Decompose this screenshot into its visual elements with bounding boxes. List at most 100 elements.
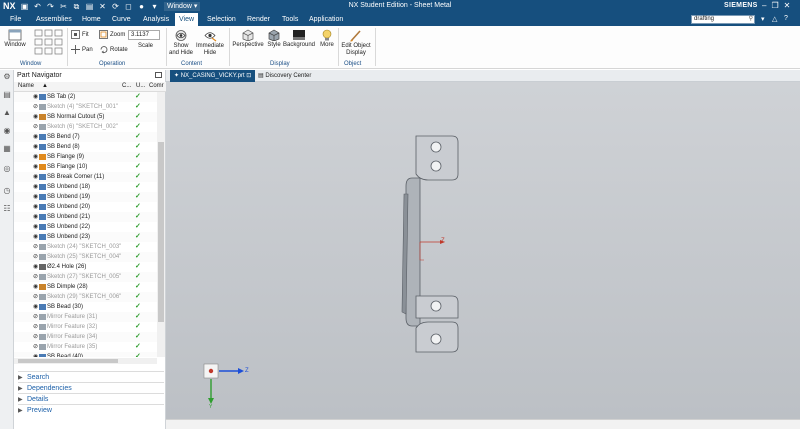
panel-details[interactable]: ▶ Details bbox=[18, 393, 164, 404]
tab-view[interactable]: View bbox=[175, 13, 199, 26]
visible-eye-icon[interactable]: ◉ bbox=[33, 352, 38, 357]
window-menu-button[interactable]: Window ▾ bbox=[164, 2, 201, 11]
close-icon[interactable]: ✕ bbox=[784, 1, 791, 10]
maximize-panel-icon[interactable] bbox=[155, 72, 162, 78]
window-button[interactable]: Window bbox=[3, 29, 27, 49]
search-icon[interactable]: ⚲ bbox=[749, 16, 753, 23]
visible-eye-icon[interactable]: ◉ bbox=[33, 202, 38, 212]
hidden-eye-icon[interactable]: ⊘ bbox=[33, 242, 38, 252]
list-item[interactable]: ◉ SB Unbend (23) ✓ bbox=[14, 232, 157, 242]
help-icon[interactable]: ? bbox=[784, 15, 788, 22]
tab-assemblies[interactable]: Assemblies bbox=[32, 13, 76, 26]
show-and-hide-button[interactable]: Show and Hide bbox=[168, 29, 194, 57]
hidden-eye-icon[interactable]: ⊘ bbox=[33, 312, 38, 322]
tab-application[interactable]: Application bbox=[305, 13, 347, 26]
tab-nx-casing[interactable]: ✦ NX_CASING_VICKY.prt ⊡ bbox=[170, 70, 256, 82]
visible-eye-icon[interactable]: ◉ bbox=[33, 172, 38, 182]
visible-eye-icon[interactable]: ◉ bbox=[33, 232, 38, 242]
column-comment[interactable]: Comr bbox=[149, 83, 164, 89]
visible-eye-icon[interactable]: ◉ bbox=[33, 192, 38, 202]
list-item[interactable]: ⊘ Sketch (25) "SKETCH_004" ✓ bbox=[14, 252, 157, 262]
restore-icon[interactable]: ❐ bbox=[771, 1, 778, 10]
history-icon[interactable]: ◷ bbox=[2, 186, 12, 196]
constraint-navigator-icon[interactable]: ◉ bbox=[2, 126, 12, 136]
visible-eye-icon[interactable]: ◉ bbox=[33, 142, 38, 152]
rotate-button[interactable]: Rotate bbox=[99, 45, 128, 54]
immediate-hide-button[interactable]: Immediate Hide bbox=[195, 29, 225, 57]
list-item[interactable]: ◉ SB Bead (40) ✓ bbox=[14, 352, 157, 357]
list-item[interactable]: ⊘ Sketch (24) "SKETCH_003" ✓ bbox=[14, 242, 157, 252]
perspective-button[interactable]: Perspective bbox=[231, 29, 265, 49]
paste-icon[interactable]: ▤ bbox=[85, 2, 94, 11]
roles-icon[interactable]: ☷ bbox=[2, 204, 12, 214]
column-uptodate[interactable]: U... bbox=[136, 83, 145, 89]
column-current[interactable]: C... bbox=[122, 83, 131, 89]
visible-eye-icon[interactable]: ◉ bbox=[33, 222, 38, 232]
hidden-eye-icon[interactable]: ⊘ bbox=[33, 272, 38, 282]
list-item[interactable]: ⊘ Sketch (6) "SKETCH_002" ✓ bbox=[14, 122, 157, 132]
hidden-eye-icon[interactable]: ⊘ bbox=[33, 122, 38, 132]
resource-settings-icon[interactable]: ⚙ bbox=[2, 72, 12, 82]
undo-icon[interactable]: ↶ bbox=[33, 2, 42, 11]
assembly-navigator-icon[interactable]: ▤ bbox=[2, 90, 12, 100]
redo-icon[interactable]: ↷ bbox=[46, 2, 55, 11]
visible-eye-icon[interactable]: ◉ bbox=[33, 182, 38, 192]
hidden-eye-icon[interactable]: ⊘ bbox=[33, 332, 38, 342]
pan-button[interactable]: Pan bbox=[71, 45, 93, 54]
list-item[interactable]: ◉ SB Unbend (18) ✓ bbox=[14, 182, 157, 192]
edit-object-display-button[interactable]: Edit Object Display bbox=[340, 29, 372, 57]
save-icon[interactable]: ▣ bbox=[20, 2, 29, 11]
hidden-eye-icon[interactable]: ⊘ bbox=[33, 102, 38, 112]
panel-search[interactable]: ▶ Search bbox=[18, 371, 164, 382]
tab-discovery-center[interactable]: ▤ Discovery Center bbox=[254, 70, 315, 82]
list-item[interactable]: ◉ Ø2.4 Hole (26) ✓ bbox=[14, 262, 157, 272]
list-item[interactable]: ◉ SB Unbend (19) ✓ bbox=[14, 192, 157, 202]
list-item[interactable]: ◉ SB Break Corner (11) ✓ bbox=[14, 172, 157, 182]
tab-tools[interactable]: Tools bbox=[278, 13, 302, 26]
record-icon[interactable]: ● bbox=[137, 2, 146, 11]
scrollbar-thumb[interactable] bbox=[158, 142, 164, 322]
list-item[interactable]: ◉ SB Dimple (28) ✓ bbox=[14, 282, 157, 292]
tab-close-icon[interactable]: ⊡ bbox=[246, 73, 251, 79]
list-item[interactable]: ⊘ Mirror Feature (32) ✓ bbox=[14, 322, 157, 332]
ribbon-collapse-icon[interactable]: △ bbox=[772, 15, 777, 23]
tab-curve[interactable]: Curve bbox=[108, 13, 135, 26]
column-name[interactable]: Name bbox=[18, 83, 34, 89]
graphics-window[interactable]: Z Z Y bbox=[166, 82, 800, 419]
list-item[interactable]: ◉ SB Unbend (21) ✓ bbox=[14, 212, 157, 222]
tab-render[interactable]: Render bbox=[243, 13, 274, 26]
visible-eye-icon[interactable]: ◉ bbox=[33, 302, 38, 312]
panel-dependencies[interactable]: ▶ Dependencies bbox=[18, 382, 164, 393]
tab-home[interactable]: Home bbox=[78, 13, 105, 26]
list-item[interactable]: ⊘ Sketch (27) "SKETCH_005" ✓ bbox=[14, 272, 157, 282]
hidden-eye-icon[interactable]: ⊘ bbox=[33, 342, 38, 352]
list-item[interactable]: ◉ SB Unbend (22) ✓ bbox=[14, 222, 157, 232]
list-item[interactable]: ⊘ Sketch (29) "SKETCH_006" ✓ bbox=[14, 292, 157, 302]
list-item[interactable]: ◉ SB Flange (10) ✓ bbox=[14, 162, 157, 172]
visible-eye-icon[interactable]: ◉ bbox=[33, 282, 38, 292]
list-item[interactable]: ⊘ Sketch (4) "SKETCH_001" ✓ bbox=[14, 102, 157, 112]
command-search-input[interactable]: drafting ⚲ bbox=[691, 15, 755, 24]
hidden-eye-icon[interactable]: ⊘ bbox=[33, 292, 38, 302]
visible-eye-icon[interactable]: ◉ bbox=[33, 162, 38, 172]
sheet-metal-model[interactable] bbox=[166, 82, 800, 419]
copy-icon[interactable]: ⧉ bbox=[72, 2, 81, 11]
list-item[interactable]: ◉ SB Flange (9) ✓ bbox=[14, 152, 157, 162]
fit-button[interactable]: Fit bbox=[71, 30, 89, 39]
style-button[interactable]: Style bbox=[265, 29, 283, 49]
minimize-icon[interactable]: – bbox=[762, 1, 766, 10]
scale-input[interactable]: 3.1137 bbox=[128, 30, 160, 40]
list-item[interactable]: ⊘ Mirror Feature (31) ✓ bbox=[14, 312, 157, 322]
hidden-eye-icon[interactable]: ⊘ bbox=[33, 252, 38, 262]
list-item[interactable]: ◉ SB Bend (8) ✓ bbox=[14, 142, 157, 152]
cut-icon[interactable]: ✂ bbox=[59, 2, 68, 11]
ribbon-options-icon[interactable]: ▾ bbox=[761, 15, 765, 23]
list-item[interactable]: ◉ SB Unbend (20) ✓ bbox=[14, 202, 157, 212]
navigator-horizontal-scrollbar[interactable] bbox=[14, 358, 157, 364]
hidden-eye-icon[interactable]: ⊘ bbox=[33, 322, 38, 332]
delete-icon[interactable]: ✕ bbox=[98, 2, 107, 11]
list-item[interactable]: ◉ SB Bead (30) ✓ bbox=[14, 302, 157, 312]
list-item[interactable]: ⊘ Mirror Feature (35) ✓ bbox=[14, 342, 157, 352]
visible-eye-icon[interactable]: ◉ bbox=[33, 262, 38, 272]
visible-eye-icon[interactable]: ◉ bbox=[33, 152, 38, 162]
